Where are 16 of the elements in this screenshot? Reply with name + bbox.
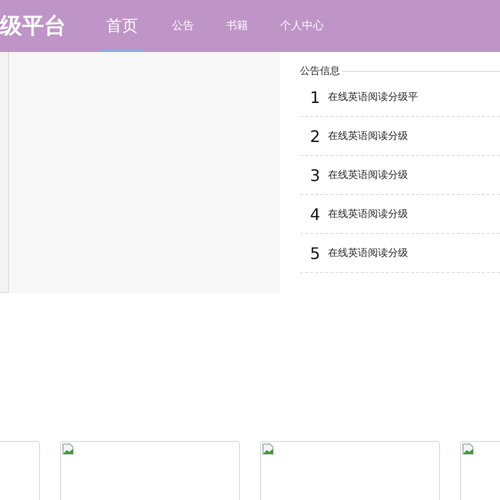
broken-image-icon (262, 443, 274, 455)
notice-link[interactable]: 在线英语阅读分级 (328, 207, 408, 221)
notice-link[interactable]: 在线英语阅读分级平 (328, 90, 418, 104)
section-title: 公告信息 (300, 64, 340, 78)
broken-image-icon (462, 443, 474, 455)
notice-number: 5 (310, 244, 322, 262)
notice-link[interactable]: 在线英语阅读分级 (328, 129, 408, 143)
notice-number: 4 (310, 204, 322, 224)
notice-number: 2 (310, 126, 322, 146)
book-card[interactable] (60, 441, 240, 500)
notice-link[interactable]: 在线英语阅读分级 (328, 246, 408, 260)
broken-image-icon (62, 443, 74, 455)
book-card[interactable] (260, 441, 440, 500)
notice-number: 1 (310, 88, 322, 106)
notice-number: 3 (310, 166, 322, 184)
notice-link[interactable]: 在线英语阅读分级 (328, 168, 408, 182)
